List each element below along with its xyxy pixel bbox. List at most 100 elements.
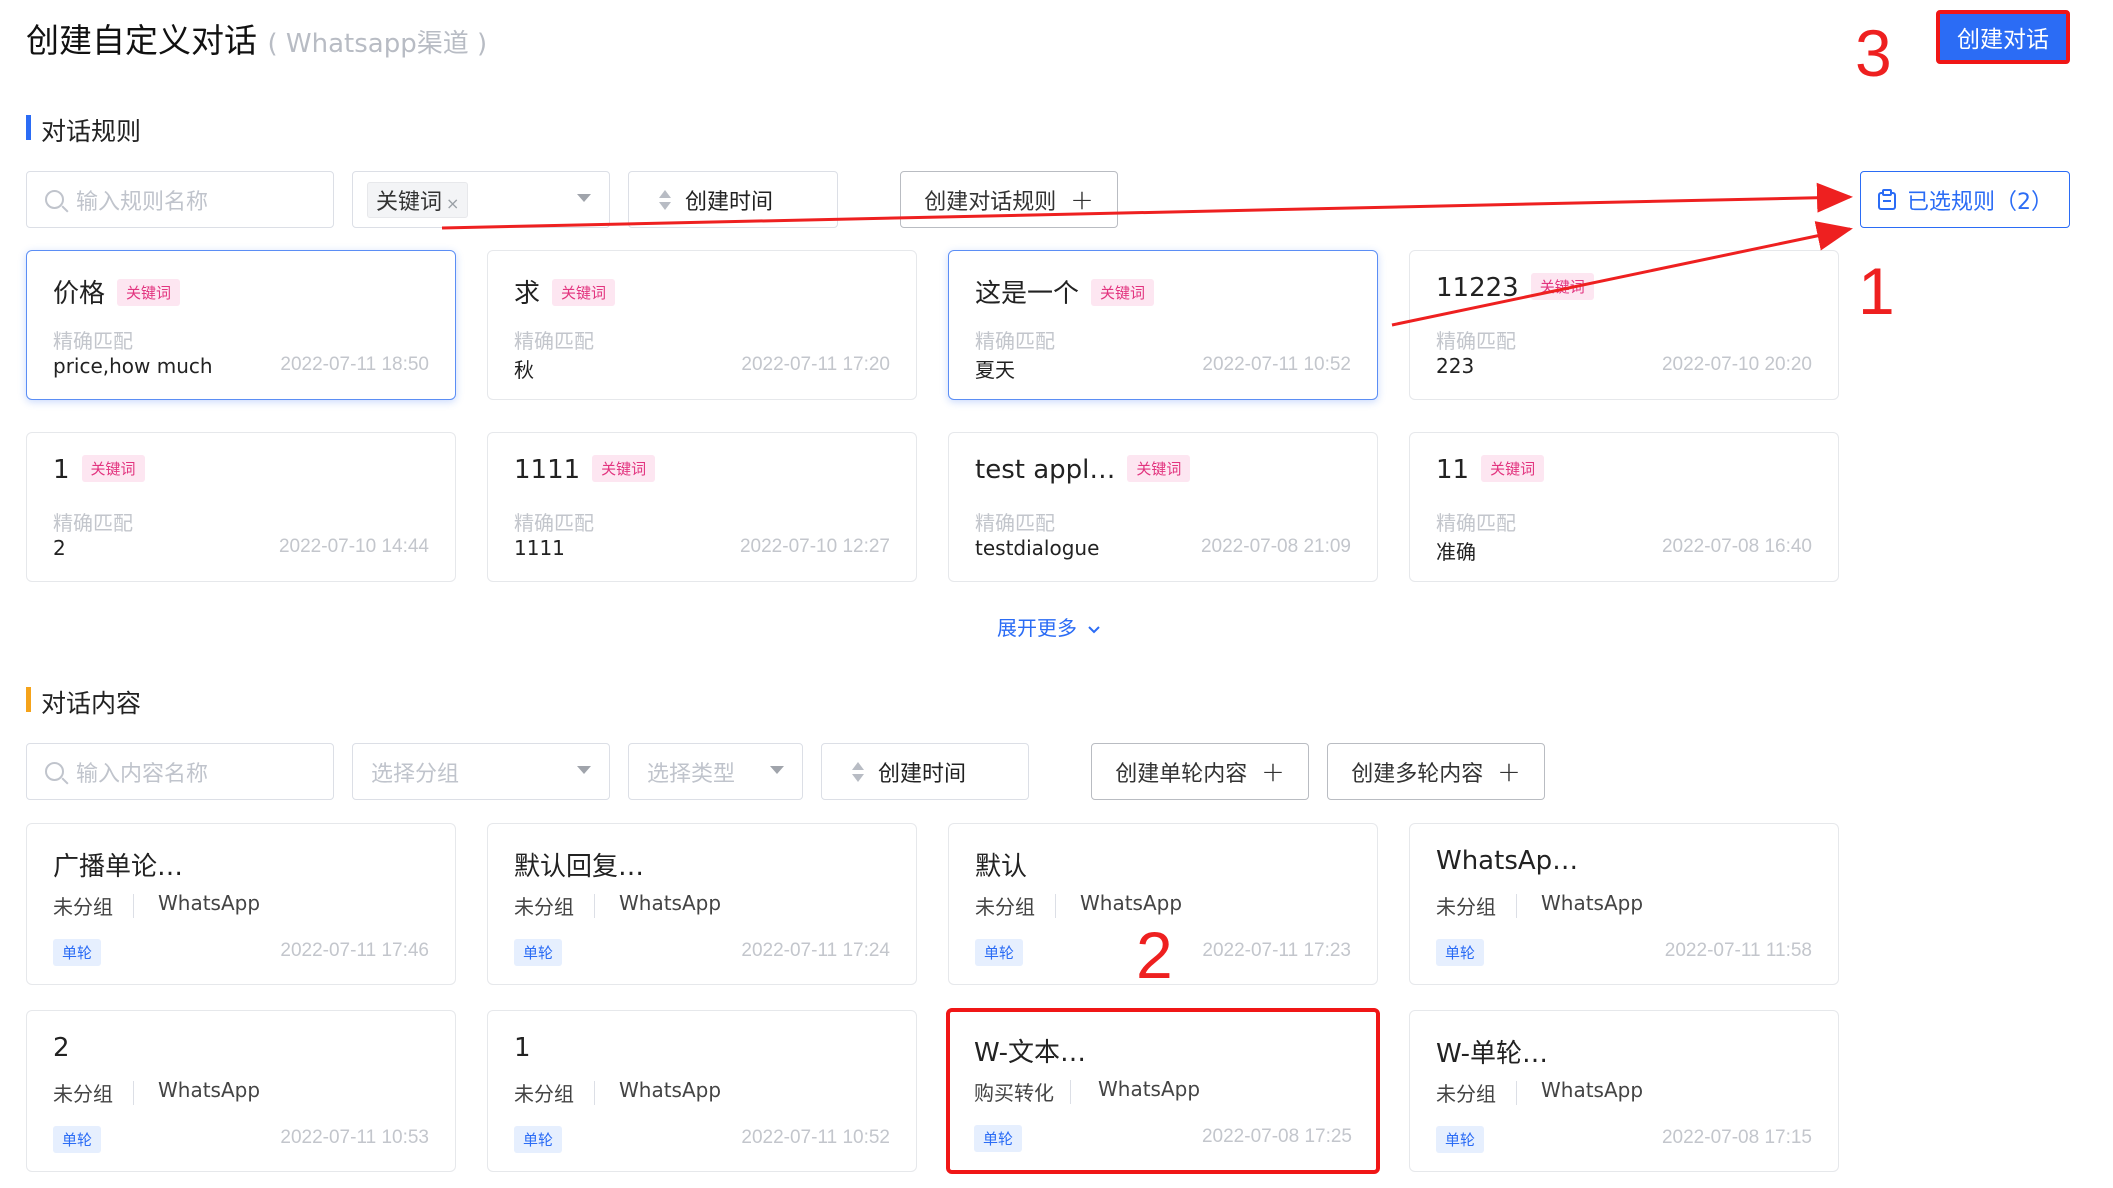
content-group: 未分组 xyxy=(975,895,1035,919)
keyword-tag: 关键词 xyxy=(552,279,616,306)
single-round-badge: 单轮 xyxy=(1436,1126,1485,1153)
create-single-content-button[interactable]: 创建单轮内容 + xyxy=(1091,743,1309,800)
annotation-step-1: 1 xyxy=(1858,254,1895,328)
rule-value: price,how much xyxy=(53,354,213,378)
single-round-badge: 单轮 xyxy=(514,1126,563,1153)
content-date: 2022-07-11 17:46 xyxy=(280,940,429,961)
content-channel: WhatsApp xyxy=(1541,1078,1644,1102)
content-card-title: 1 xyxy=(514,1033,531,1063)
rule-match-type: 精确匹配 xyxy=(53,511,133,535)
content-card-title: W-文本… xyxy=(974,1038,1087,1068)
single-round-badge: 单轮 xyxy=(53,939,102,966)
keyword-tag: 关键词 xyxy=(592,455,656,482)
rule-search-input[interactable]: 输入规则名称 xyxy=(26,171,334,228)
chevron-down-icon xyxy=(1088,626,1101,634)
rule-card[interactable]: test appl… 关键词 精确匹配 testdialogue 2022-07-… xyxy=(948,432,1378,582)
rule-date: 2022-07-11 18:50 xyxy=(280,354,429,375)
divider xyxy=(594,1081,595,1105)
rule-card[interactable]: 11223 关键词 精确匹配 223 2022-07-10 20:20 xyxy=(1409,250,1839,400)
single-round-badge: 单轮 xyxy=(514,939,563,966)
type-select[interactable]: 选择类型 xyxy=(628,743,803,800)
rule-type-select[interactable]: 关键词 × xyxy=(352,171,610,228)
content-card[interactable]: 默认回复… 未分组 WhatsApp 单轮 2022-07-11 17:24 xyxy=(487,823,917,985)
rules-section-title: 对话规则 xyxy=(26,112,141,148)
rule-card[interactable]: 求关键词 精确匹配 秋 2022-07-11 17:20 xyxy=(487,250,917,400)
rule-card[interactable]: 11 关键词 精确匹配 准确 2022-07-08 16:40 xyxy=(1409,432,1839,582)
divider xyxy=(594,894,595,918)
type-filter-chip[interactable]: 关键词 × xyxy=(367,181,469,218)
single-round-badge: 单轮 xyxy=(53,1126,102,1153)
group-select[interactable]: 选择分组 xyxy=(352,743,610,800)
page-title: 创建自定义对话 ( Whatsapp渠道 ) xyxy=(26,14,487,62)
rule-card-title: 1111 xyxy=(514,455,581,485)
keyword-tag: 关键词 xyxy=(1481,455,1545,482)
type-select-placeholder: 选择类型 xyxy=(647,761,736,787)
rule-card-title-row: 1 关键词 xyxy=(53,455,145,485)
content-card[interactable]: 2 未分组 WhatsApp 单轮 2022-07-11 10:53 xyxy=(26,1010,456,1172)
single-round-badge: 单轮 xyxy=(974,1125,1023,1152)
annotation-step-3: 3 xyxy=(1855,16,1892,90)
rule-date: 2022-07-10 12:27 xyxy=(739,536,890,557)
content-group: 未分组 xyxy=(1436,1082,1496,1106)
caret-down-icon xyxy=(577,766,591,774)
content-search-input[interactable]: 输入内容名称 xyxy=(26,743,334,800)
search-icon xyxy=(45,190,64,209)
rule-match-type: 精确匹配 xyxy=(1436,511,1516,535)
content-group: 未分组 xyxy=(53,1082,113,1106)
content-card-highlighted[interactable]: W-文本… 购买转化 WhatsApp 单轮 2022-07-08 17:25 xyxy=(946,1008,1380,1174)
rule-date: 2022-07-11 10:52 xyxy=(1202,354,1351,375)
rule-card[interactable]: 1111 关键词 精确匹配 1111 2022-07-10 12:27 xyxy=(487,432,917,582)
rule-value: 准确 xyxy=(1436,540,1476,564)
rule-sort-label: 创建时间 xyxy=(685,189,774,215)
content-channel: WhatsApp xyxy=(158,891,261,915)
sort-icon xyxy=(852,760,866,784)
create-rule-button[interactable]: 创建对话规则 + xyxy=(900,171,1118,228)
create-multi-content-button[interactable]: 创建多轮内容 + xyxy=(1327,743,1545,800)
rule-card[interactable]: 价格 关键词 精确匹配 price,how much 2022-07-11 18:… xyxy=(26,250,456,400)
content-card-title: W-单轮… xyxy=(1436,1039,1549,1069)
rule-match-type: 精确匹配 xyxy=(514,329,594,353)
rule-date: 2022-07-08 21:09 xyxy=(1200,536,1351,557)
rule-card[interactable]: 1 关键词 精确匹配 2 2022-07-10 14:44 xyxy=(26,432,456,582)
rule-sort-button[interactable]: 创建时间 xyxy=(628,171,838,228)
sort-icon xyxy=(659,188,673,212)
create-rule-label: 创建对话规则 xyxy=(924,189,1057,215)
rule-date: 2022-07-10 20:20 xyxy=(1661,354,1812,375)
content-card[interactable]: 1 未分组 WhatsApp 单轮 2022-07-11 10:52 xyxy=(487,1010,917,1172)
rule-match-type: 精确匹配 xyxy=(975,329,1055,353)
rule-card[interactable]: 这是一个 关键词 精确匹配 夏天 2022-07-11 10:52 xyxy=(948,250,1378,400)
selected-rules-button[interactable]: 已选规则（2） xyxy=(1860,171,2070,228)
content-date: 2022-07-11 17:24 xyxy=(741,940,890,961)
content-group: 未分组 xyxy=(514,895,574,919)
rule-search-placeholder: 输入规则名称 xyxy=(76,189,209,215)
content-sort-button[interactable]: 创建时间 xyxy=(821,743,1029,800)
content-channel: WhatsApp xyxy=(619,891,722,915)
expand-more-link[interactable]: 展开更多 xyxy=(997,612,1101,641)
clipboard-icon xyxy=(1878,188,1896,210)
content-card-title: WhatsAp… xyxy=(1436,846,1579,876)
rule-match-type: 精确匹配 xyxy=(975,511,1055,535)
content-card-title: 默认 xyxy=(975,852,1028,882)
plus-icon: + xyxy=(1261,755,1285,788)
create-dialog-button[interactable]: 创建对话 xyxy=(1936,10,2070,64)
rule-value: 秋 xyxy=(514,358,534,382)
rule-value: 1111 xyxy=(514,536,565,560)
rule-card-title: 11 xyxy=(1436,455,1470,485)
content-card-title: 默认回复… xyxy=(514,852,645,882)
rule-value: 夏天 xyxy=(975,358,1015,382)
content-card[interactable]: 广播单论… 未分组 WhatsApp 单轮 2022-07-11 17:46 xyxy=(26,823,456,985)
content-card[interactable]: WhatsAp… 未分组 WhatsApp 单轮 2022-07-11 11:5… xyxy=(1409,823,1839,985)
close-icon[interactable]: × xyxy=(446,194,459,213)
rule-value: 2 xyxy=(53,536,66,560)
page-subtitle: ( Whatsapp渠道 ) xyxy=(267,29,488,59)
rule-date: 2022-07-11 17:20 xyxy=(741,354,890,375)
annotation-step-2: 2 xyxy=(1136,918,1173,992)
divider xyxy=(133,894,134,918)
type-filter-chip-label: 关键词 xyxy=(376,189,443,215)
content-date: 2022-07-11 17:23 xyxy=(1202,940,1351,961)
rule-card-title: 1 xyxy=(53,455,70,485)
content-channel: WhatsApp xyxy=(158,1078,261,1102)
divider xyxy=(133,1081,134,1105)
rule-card-title: 价格 xyxy=(53,279,106,309)
content-card[interactable]: W-单轮… 未分组 WhatsApp 单轮 2022-07-08 17:15 xyxy=(1409,1010,1839,1172)
